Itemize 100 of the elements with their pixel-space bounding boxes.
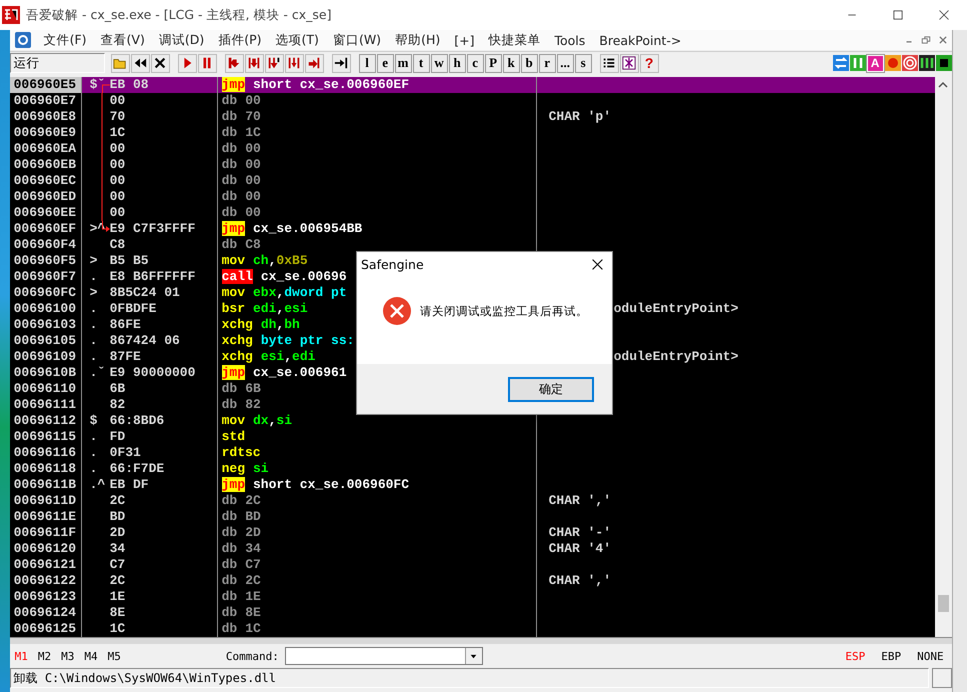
scroll-up-icon[interactable]	[938, 81, 948, 89]
code-row[interactable]: 00696124 8E db 8E	[10, 605, 935, 621]
memory-tab[interactable]: M1	[10, 650, 33, 662]
menu-item[interactable]: 窗口(W)	[326, 32, 388, 48]
instruction: bsr edi,esi	[222, 301, 308, 316]
code-row[interactable]: 006960ED 00 db 00	[10, 189, 935, 205]
flow-marker: .	[90, 301, 98, 316]
scroll-thumb[interactable]	[938, 595, 949, 612]
code-row[interactable]: 006960E9 1C db 1C	[10, 125, 935, 141]
toolbar-button[interactable]	[332, 54, 351, 72]
code-row[interactable]: 006960EB 00 db 00	[10, 157, 935, 173]
memory-tab[interactable]: M4	[79, 650, 103, 662]
register-option[interactable]: NONE	[909, 650, 952, 662]
code-row[interactable]: 0069611E BD db BD	[10, 509, 935, 525]
code-row[interactable]: 006960E8 70 db 70 CHAR 'p'	[10, 109, 935, 125]
toolbar-button[interactable]: P	[484, 54, 502, 72]
address-cell: 00696115	[10, 429, 82, 445]
instruction: jmp cx_se.006961	[222, 365, 347, 380]
hex-bytes: 2D	[110, 525, 126, 541]
memory-tab[interactable]: M3	[56, 650, 80, 662]
menu-item[interactable]: [+]	[447, 32, 482, 48]
instruction: rdtsc	[222, 445, 262, 460]
address-cell: 006960F4	[10, 237, 82, 253]
command-field[interactable]	[284, 647, 483, 665]
code-row[interactable]: 00696120 34 db 34 CHAR '4'	[10, 541, 935, 557]
horizontal-scrollbar[interactable]	[10, 637, 952, 644]
toolbar-button[interactable]: b	[520, 54, 538, 72]
code-row[interactable]: 006960EA 00 db 00	[10, 141, 935, 157]
hex-bytes: 00	[110, 93, 126, 109]
memory-tab[interactable]: M2	[32, 650, 56, 662]
toolbar-button[interactable]: ...	[556, 54, 574, 72]
address-cell: 00696120	[10, 541, 82, 557]
menu-item[interactable]: 插件(P)	[211, 32, 269, 48]
memory-tab[interactable]: M5	[102, 650, 126, 662]
toolbar-button[interactable]	[620, 54, 639, 72]
address-cell: 0069611E	[10, 509, 82, 525]
menu-item[interactable]: 调试(D)	[152, 32, 212, 48]
menu-item[interactable]: 查看(V)	[94, 32, 152, 48]
folder-icon	[113, 56, 128, 70]
code-row[interactable]: 00696115 . FD std	[10, 429, 935, 445]
toolbar-button[interactable]: c	[466, 54, 484, 72]
trace-over-icon	[287, 56, 302, 70]
code-row[interactable]: 0069611F 2D db 2D CHAR '-'	[10, 525, 935, 541]
menu-item[interactable]: Tools	[547, 32, 592, 48]
rewind-icon	[133, 56, 148, 70]
trace-into-icon	[267, 56, 282, 70]
register-option[interactable]: ESP	[837, 650, 874, 662]
toolbar-button[interactable]: k	[502, 54, 520, 72]
code-row[interactable]: 00696122 2C db 2C CHAR ','	[10, 573, 935, 589]
code-row[interactable]: 0069611D 2C db 2C CHAR ','	[10, 493, 935, 509]
help-button[interactable]: ?	[640, 54, 659, 72]
address-cell: 006960EF	[10, 221, 82, 237]
instruction: db 00	[222, 157, 261, 172]
code-row[interactable]: 00696123 1E db 1E	[10, 589, 935, 605]
toolbar-button[interactable]: h	[448, 54, 466, 72]
code-row[interactable]: 006960E7 00 db 00	[10, 93, 935, 109]
toolbar-button[interactable]: r	[538, 54, 556, 72]
comment-cell: oduleEntryPoint>	[614, 349, 738, 364]
menu-item[interactable]: 文件(F)	[36, 32, 94, 48]
flow-marker: .^	[90, 477, 106, 492]
plugin-button[interactable]: A	[866, 54, 884, 72]
toolbar-button[interactable]: s	[574, 54, 592, 72]
hex-bytes: 867424 06	[110, 333, 180, 349]
hex-bytes: 87FE	[110, 349, 141, 365]
close-icon	[938, 35, 948, 45]
close-icon	[938, 9, 950, 21]
scrollbar[interactable]	[934, 77, 952, 637]
toolbar-button[interactable]: m	[394, 54, 412, 72]
hex-bytes: FD	[110, 429, 126, 445]
code-row[interactable]: 006960EC 00 db 00	[10, 173, 935, 189]
code-row[interactable]: 00696121 C7 db C7	[10, 557, 935, 573]
hex-bytes: 6B	[110, 381, 126, 397]
menu-item[interactable]: 选项(T)	[268, 32, 326, 48]
address-cell: 0069611B	[10, 477, 82, 493]
instruction: db C8	[222, 237, 261, 252]
toolbar-button[interactable]	[150, 54, 170, 72]
instruction: mov dx,si	[222, 413, 292, 428]
error-icon	[382, 296, 412, 326]
toolbar-button[interactable]	[600, 54, 619, 72]
comment-cell: CHAR 'p'	[548, 109, 612, 124]
toolbar-button[interactable]: w	[430, 54, 448, 72]
code-row[interactable]: 00696116 . 0F31 rdtsc	[10, 445, 935, 461]
register-option[interactable]: EBP	[873, 650, 910, 662]
ok-button[interactable]: 确定	[508, 376, 594, 402]
hex-bytes: 34	[110, 541, 126, 557]
menu-item[interactable]: BreakPoint->	[592, 32, 688, 48]
menu-item[interactable]: 快捷菜单	[481, 32, 548, 48]
return-icon	[307, 56, 322, 70]
code-row[interactable]: 006960E5 $ˇ EB 08 jmp short cx_se.006960EF	[10, 77, 935, 93]
status-panel	[932, 668, 952, 688]
instruction: jmp short cx_se.006960FC	[222, 477, 410, 492]
hex-bytes: E9 C7F3FFFF	[110, 221, 196, 237]
menu-item[interactable]: 帮助(H)	[388, 32, 448, 48]
toolbar-button[interactable]: t	[412, 54, 430, 72]
toolbar-button[interactable]: e	[376, 54, 394, 72]
toolbar-button[interactable]	[130, 54, 150, 72]
address-cell: 006960F7	[10, 269, 82, 285]
comment-cell: CHAR '-'	[548, 525, 612, 540]
toolbar-button[interactable]: l	[358, 54, 376, 72]
code-row[interactable]: 0069611B .^ EB DF jmp short cx_se.006960FC	[10, 477, 935, 493]
